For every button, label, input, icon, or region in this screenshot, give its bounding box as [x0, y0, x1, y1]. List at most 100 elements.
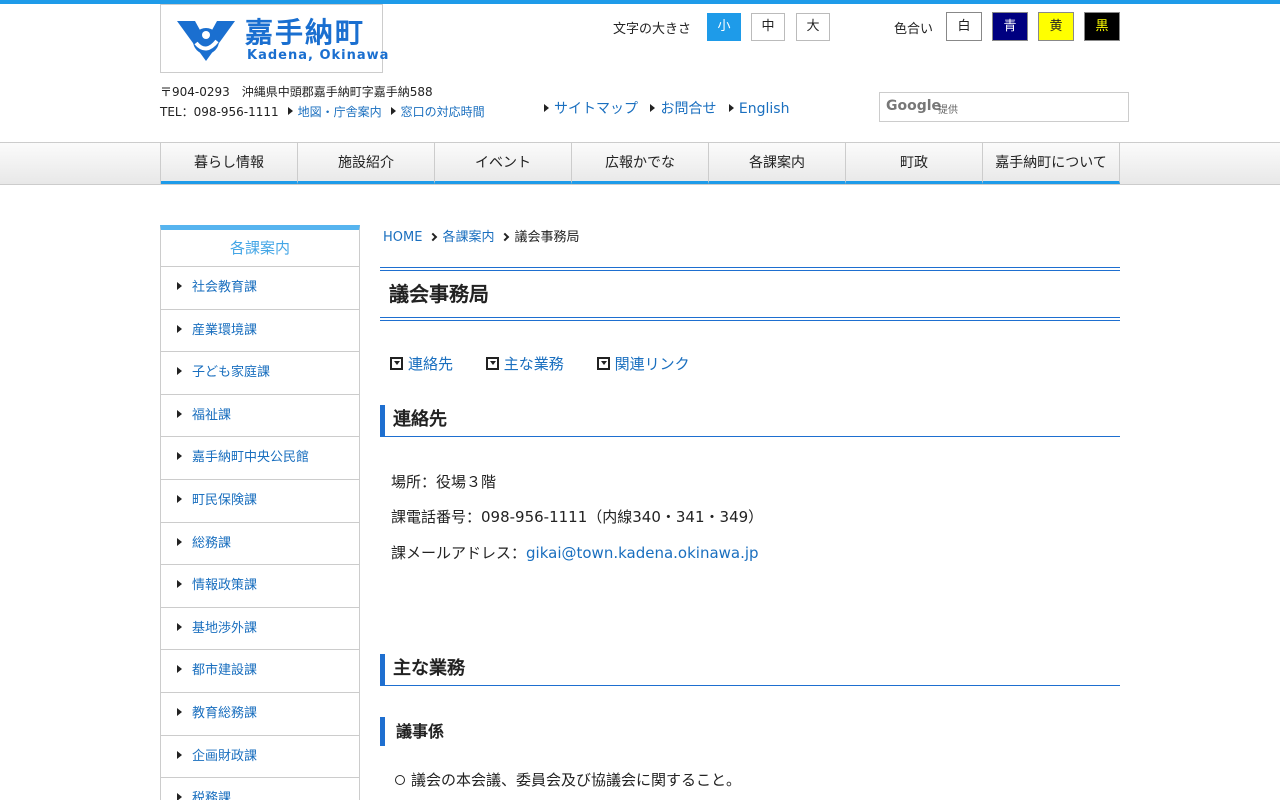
sidebar-item-label: 基地渉外課: [192, 620, 258, 636]
sidebar-item-label: 税務課: [192, 791, 232, 800]
sidebar-item-label: 町民保険課: [192, 492, 258, 508]
sidebar-item[interactable]: 税務課: [161, 778, 359, 800]
caret-icon: [177, 282, 182, 290]
map-link[interactable]: 地図・庁舎案内: [298, 105, 382, 119]
sidebar-item[interactable]: 産業環境課: [161, 310, 359, 353]
search-input[interactable]: Google 提供: [879, 92, 1129, 122]
utility-links: サイトマップ お問合せ English: [536, 98, 789, 118]
sidebar-item[interactable]: 教育総務課: [161, 693, 359, 736]
color-black-button[interactable]: 黒: [1084, 12, 1120, 41]
sitemap-link[interactable]: サイトマップ: [554, 101, 638, 117]
sidebar-item-label: 都市建設課: [192, 663, 258, 679]
site-logo[interactable]: 嘉手納町 Kadena, Okinawa: [160, 4, 388, 73]
email-link[interactable]: gikai@town.kadena.okinawa.jp: [526, 544, 759, 562]
anchor-label: 主な業務: [503, 355, 564, 373]
dropdown-box-icon: [485, 357, 499, 370]
global-nav: 暮らし情報 施設紹介 イベント 広報かでな 各課案内 町政 嘉手納町について: [0, 142, 1280, 185]
anchor-links: 連絡先 主な業務 関連リンク: [390, 353, 718, 374]
caret-icon: [287, 107, 293, 115]
breadcrumb-departments-link[interactable]: 各課案内: [442, 230, 494, 245]
sidebar-item-label: 総務課: [192, 535, 232, 551]
logo-text-jp: 嘉手納町: [245, 16, 366, 49]
email-label: 課メールアドレス：: [391, 544, 527, 562]
sidebar-item[interactable]: 基地渉外課: [161, 608, 359, 651]
anchor-related-link[interactable]: 関連リンク: [596, 353, 690, 374]
contact-location: 場所：役場３階: [391, 473, 497, 491]
logo-text-en: Kadena, Okinawa: [247, 48, 390, 63]
page-title: 議会事務局: [389, 282, 489, 306]
contact-email-line: 課メールアドレス：gikai@town.kadena.okinawa.jp: [391, 542, 759, 563]
nav-living[interactable]: 暮らし情報: [161, 143, 298, 184]
sidebar-item[interactable]: 福祉課: [161, 395, 359, 438]
google-brand: Google: [886, 98, 942, 114]
sidebar-item[interactable]: 社会教育課: [161, 267, 359, 310]
sidebar-item-label: 福祉課: [192, 407, 232, 423]
caret-icon: [177, 580, 182, 589]
search-provided-label: 提供: [938, 105, 958, 116]
color-scheme-label: 色合い: [894, 22, 934, 37]
font-size-small-button[interactable]: 小: [707, 13, 741, 41]
tel-text: TEL：098-956-1111: [160, 105, 279, 119]
nav-events[interactable]: イベント: [435, 143, 572, 184]
color-blue-button[interactable]: 青: [992, 12, 1028, 41]
dropdown-box-icon: [390, 357, 403, 370]
contact-phone: 課電話番号：098-956-1111（内線340・341・349）: [391, 508, 764, 526]
caret-icon: [177, 452, 182, 461]
nav-administration[interactable]: 町政: [846, 143, 983, 184]
sidebar-item-label: 教育総務課: [192, 705, 258, 721]
duties-heading: 主な業務: [380, 654, 1120, 686]
sidebar-item[interactable]: 情報政策課: [161, 565, 359, 608]
nav-newsletter[interactable]: 広報かでな: [572, 143, 709, 184]
caret-icon: [390, 107, 396, 115]
breadcrumb-home-link[interactable]: HOME: [383, 230, 422, 245]
sidebar-item-label: 子ども家庭課: [192, 365, 271, 381]
sidebar-item-label: 情報政策課: [192, 578, 258, 594]
english-link[interactable]: English: [739, 101, 790, 117]
sidebar-item[interactable]: 嘉手納町中央公民館: [161, 437, 359, 480]
caret-icon: [728, 104, 734, 112]
inquiry-link[interactable]: お問合せ: [660, 101, 716, 117]
nav-departments[interactable]: 各課案内: [709, 143, 846, 184]
sidebar-title: 各課案内: [161, 230, 359, 267]
sidebar-item[interactable]: 子ども家庭課: [161, 352, 359, 395]
office-hours-link[interactable]: 窓口の対応時間: [401, 105, 485, 119]
list-item: 議会の本会議、委員会及び協議会に関すること。: [395, 769, 741, 790]
page-title-box: 議会事務局: [380, 267, 1120, 321]
sidebar-item[interactable]: 企画財政課: [161, 736, 359, 779]
breadcrumb: HOME 各課案内 議会事務局: [383, 226, 579, 245]
sidebar-item[interactable]: 都市建設課: [161, 650, 359, 693]
caret-icon: [177, 324, 182, 333]
town-emblem-icon: [177, 21, 235, 61]
anchor-contact-link[interactable]: 連絡先: [390, 353, 453, 374]
anchor-label: 連絡先: [408, 355, 454, 373]
address: 〒904-0293 沖縄県中頭郡嘉手納町字嘉手納588: [160, 85, 433, 99]
caret-icon: [177, 622, 182, 631]
sidebar-item-label: 社会教育課: [192, 280, 258, 295]
duties-subheading: 議事係: [380, 717, 444, 746]
font-size-label: 文字の大きさ: [613, 22, 692, 37]
sidebar-item-label: 嘉手納町中央公民館: [192, 450, 310, 466]
list-item-text: 議会の本会議、委員会及び協議会に関すること。: [411, 771, 742, 789]
caret-icon: [177, 537, 182, 546]
font-size-large-button[interactable]: 大: [796, 13, 830, 41]
sidebar-item-label: 企画財政課: [192, 748, 258, 764]
color-white-button[interactable]: 白: [946, 12, 982, 41]
nav-facilities[interactable]: 施設紹介: [298, 143, 435, 184]
caret-icon: [177, 409, 182, 418]
caret-icon: [177, 494, 182, 503]
sidebar: 各課案内 社会教育課 産業環境課 子ども家庭課 福祉課 嘉手納町中央公民館 町民…: [160, 225, 360, 800]
sidebar-item[interactable]: 町民保険課: [161, 480, 359, 523]
caret-icon: [177, 665, 182, 674]
nav-about[interactable]: 嘉手納町について: [983, 143, 1120, 184]
sidebar-item[interactable]: 総務課: [161, 523, 359, 566]
contact-line: TEL：098-956-1111 地図・庁舎案内 窓口の対応時間: [160, 103, 485, 120]
anchor-label: 関連リンク: [614, 355, 690, 373]
caret-icon: [177, 367, 182, 376]
sidebar-item-label: 産業環境課: [192, 322, 258, 338]
caret-icon: [650, 104, 656, 112]
font-size-medium-button[interactable]: 中: [751, 13, 785, 41]
contact-heading: 連絡先: [380, 405, 1120, 437]
anchor-duties-link[interactable]: 主な業務: [485, 353, 564, 374]
color-yellow-button[interactable]: 黄: [1038, 12, 1074, 41]
breadcrumb-current: 議会事務局: [514, 230, 580, 245]
